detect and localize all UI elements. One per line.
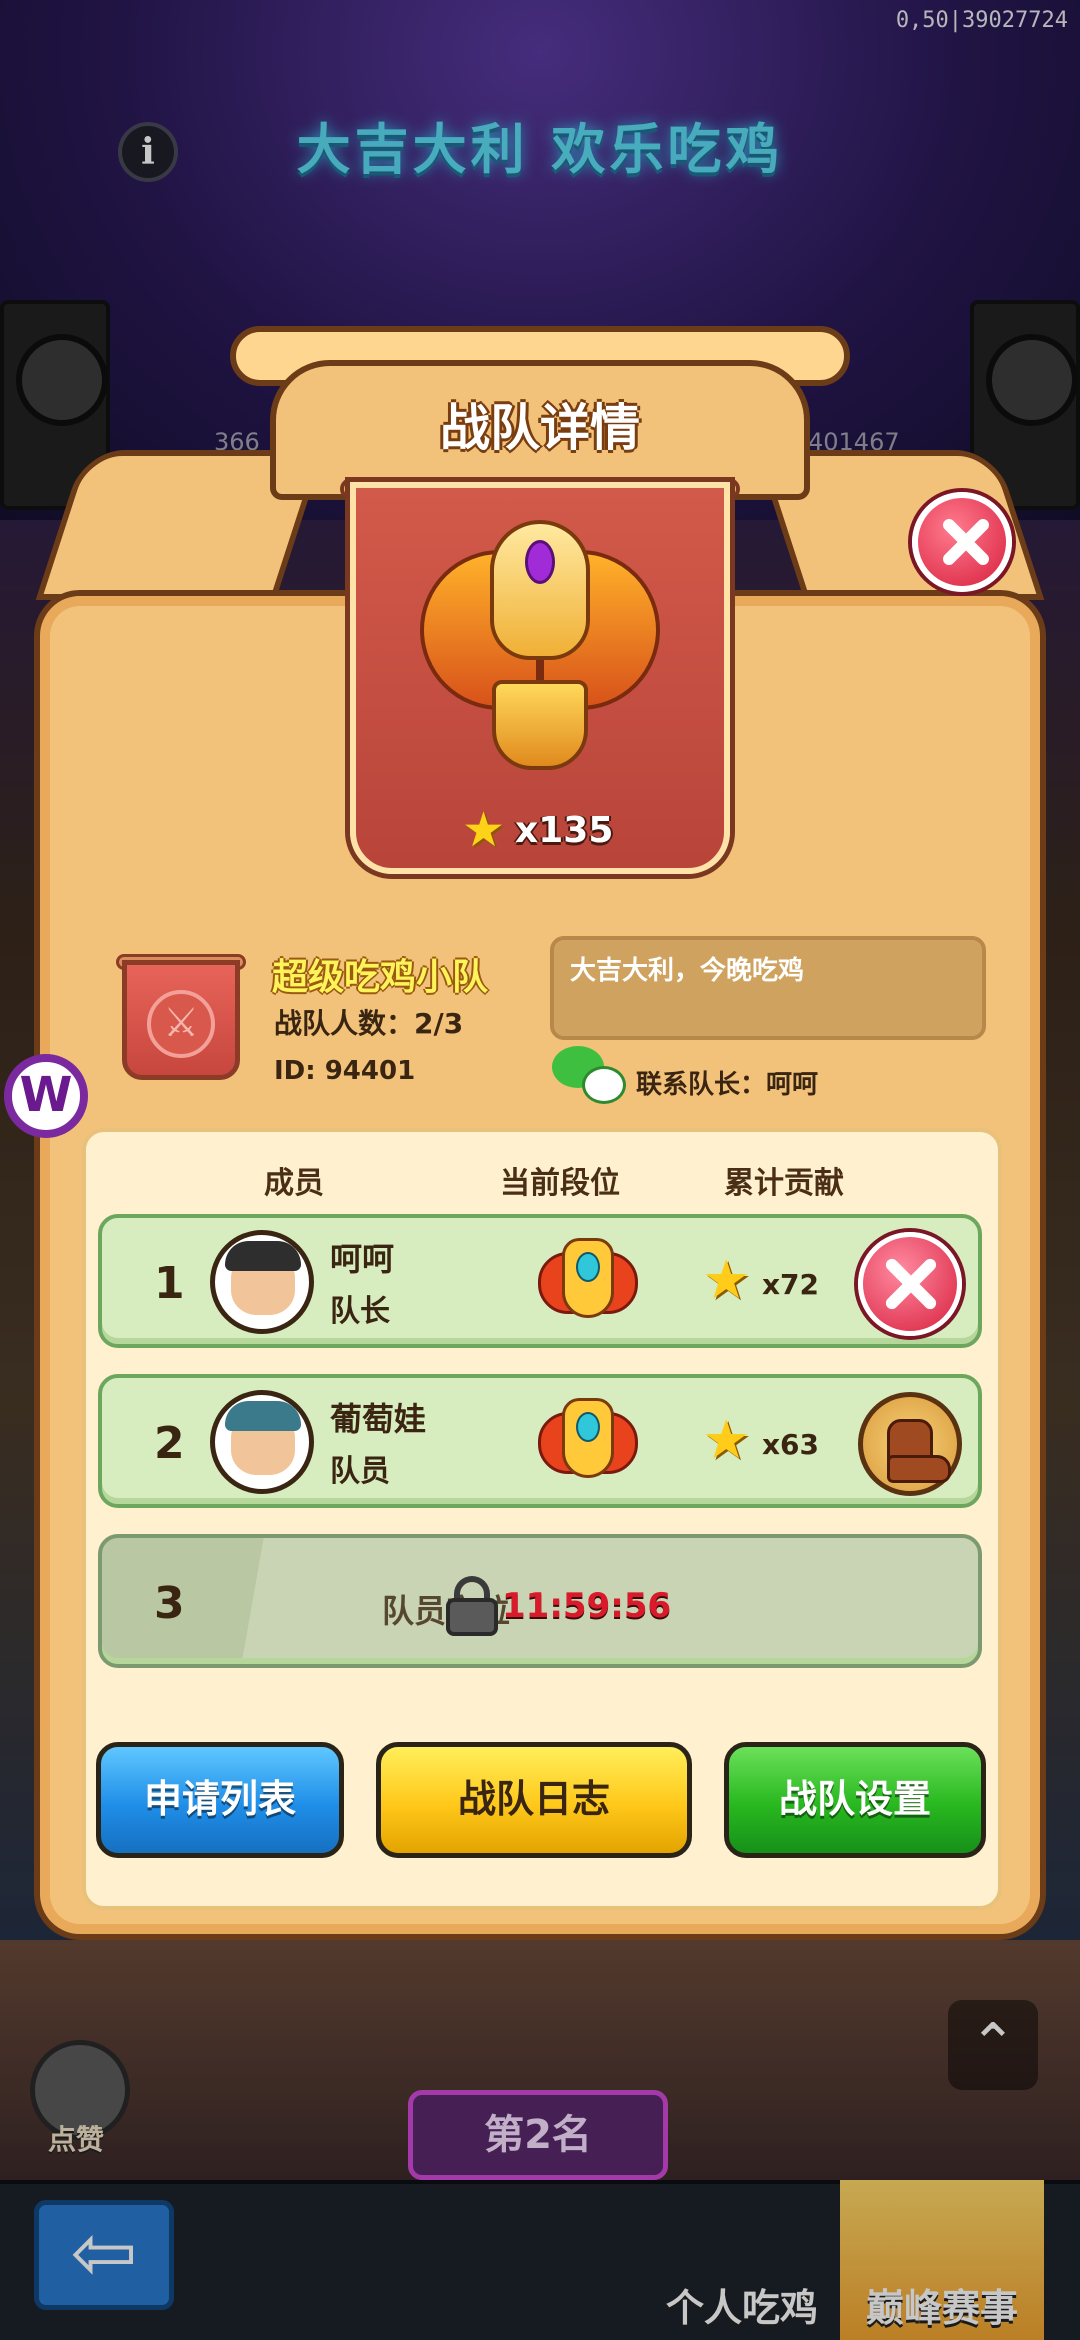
wechat-icon[interactable] [552, 1046, 626, 1108]
member-rank: 3 [154, 1578, 185, 1629]
column-tier: 当前段位 [500, 1166, 620, 1201]
column-member: 成员 [264, 1166, 324, 1201]
star-icon: ★ [702, 1248, 751, 1311]
member-name: 呵呵 [330, 1240, 395, 1278]
avatar [210, 1390, 314, 1494]
lock-icon [446, 1576, 498, 1636]
team-settings-button[interactable]: 战队设置 [724, 1742, 986, 1858]
dragon-emblem-icon [420, 510, 660, 780]
team-log-button[interactable]: 战队日志 [376, 1742, 692, 1858]
member-row[interactable]: 1 呵呵 队长 ★ x72 [98, 1214, 982, 1348]
unlock-timer: 11:59:56 [502, 1586, 672, 1626]
locked-slot-row: 3 队员空位 11:59:56 [98, 1534, 982, 1668]
member-role: 队员 [330, 1454, 390, 1489]
member-rank: 1 [154, 1258, 185, 1309]
close-icon[interactable] [912, 492, 1012, 592]
member-contribution: x63 [762, 1428, 820, 1461]
contact-captain[interactable]: 联系队长：呵呵 [636, 1064, 818, 1101]
star-icon: ★ [702, 1408, 751, 1471]
member-role: 队长 [330, 1294, 390, 1329]
sword-icon: ⚔ [147, 990, 215, 1058]
member-row[interactable]: 2 葡萄娃 队员 ★ x63 [98, 1374, 982, 1508]
column-contribution: 累计贡献 [724, 1166, 844, 1201]
close-icon[interactable] [858, 1232, 962, 1336]
member-contribution: x72 [762, 1268, 820, 1301]
member-name: 葡萄娃 [330, 1400, 427, 1438]
dialog-title: 战队详情 [440, 399, 640, 457]
boot-icon[interactable] [858, 1392, 962, 1496]
team-name: 超级吃鸡小队 [272, 957, 489, 998]
avatar [210, 1230, 314, 1334]
star-icon: ★ [462, 802, 506, 858]
tier-badge-icon [538, 1392, 638, 1492]
team-motto: 大吉大利，今晚吃鸡 [550, 936, 986, 1040]
team-id: ID: 94401 [274, 1056, 416, 1086]
member-rank: 2 [154, 1418, 185, 1469]
tier-badge-icon [538, 1232, 638, 1332]
apply-list-button[interactable]: 申请列表 [96, 1742, 344, 1858]
team-member-count: 战队人数：2/3 [274, 1007, 464, 1040]
floating-w-icon[interactable]: W [4, 1054, 88, 1138]
trophy-star-count: x135 [515, 810, 614, 851]
